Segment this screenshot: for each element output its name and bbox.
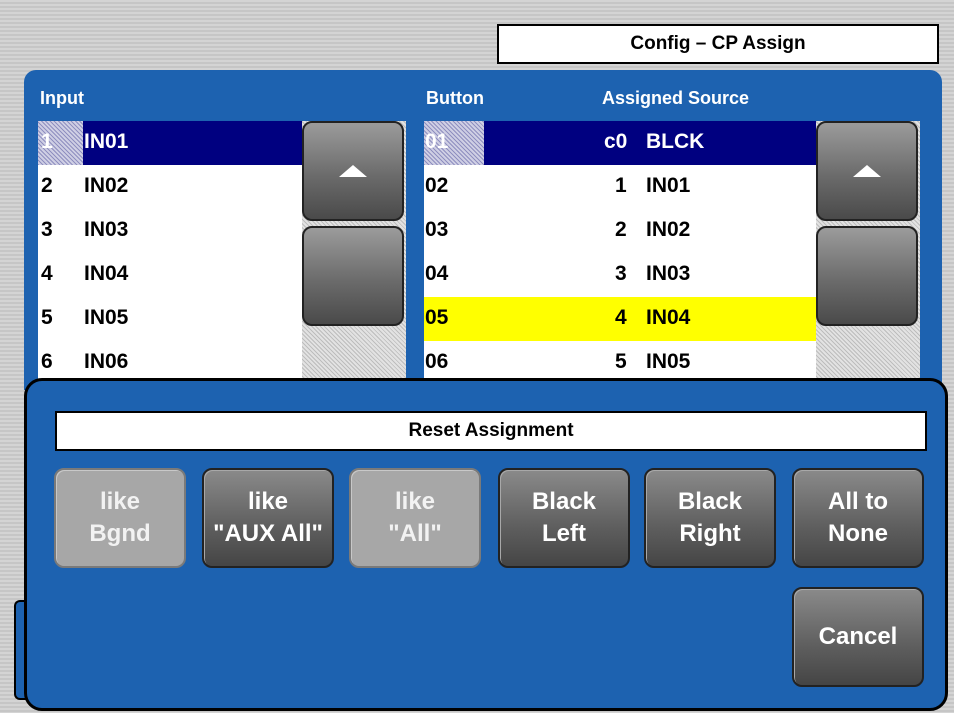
button-number: 01	[425, 130, 449, 153]
button-label-line2: "All"	[388, 520, 442, 547]
like-all-button[interactable]: like "All"	[349, 468, 481, 568]
window-title: Config – CP Assign	[497, 24, 939, 64]
button-label-line1: Black	[677, 488, 743, 515]
input-list[interactable]: 1 IN01 2 IN02 3 IN03 4 IN04 5 IN05 6 IN0…	[38, 121, 304, 381]
input-row-6[interactable]: 6 IN06	[38, 341, 304, 381]
button-row-05[interactable]: 05 4 IN04	[424, 297, 818, 341]
source-name: IN03	[646, 262, 691, 285]
assigned-source-header: Assigned Source	[602, 88, 750, 108]
input-number: 3	[41, 218, 53, 241]
input-row-2[interactable]: 2 IN02	[38, 165, 304, 209]
like-aux-all-button[interactable]: like "AUX All"	[202, 468, 334, 568]
button-scroll-thumb[interactable]	[816, 226, 918, 326]
input-name: IN03	[84, 218, 129, 241]
button-label-line2: None	[828, 520, 888, 547]
source-number: c0	[604, 130, 628, 153]
input-scroll-thumb[interactable]	[302, 226, 404, 326]
input-number: 1	[41, 130, 53, 153]
button-number: 02	[425, 174, 449, 197]
button-label-line1: like	[394, 488, 436, 515]
input-header: Input	[40, 88, 84, 108]
button-label-line2: Right	[679, 520, 741, 547]
button-label-line1: Black	[531, 488, 597, 515]
input-number: 2	[41, 174, 53, 197]
button-number: 05	[425, 306, 449, 329]
assign-panel: Input Button Assigned Source 1 IN01 2 IN…	[24, 70, 942, 390]
input-name: IN01	[84, 130, 129, 153]
button-label-line1: All to	[828, 488, 888, 515]
input-number: 6	[41, 350, 53, 373]
button-row-04[interactable]: 04 3 IN03	[424, 253, 818, 297]
button-label-line1: like	[99, 488, 141, 515]
input-name: IN04	[84, 262, 129, 285]
button-label-line1: like	[247, 488, 289, 515]
all-to-none-button[interactable]: All to None	[792, 468, 924, 568]
button-label-line2: "AUX All"	[213, 520, 323, 547]
input-name: IN05	[84, 306, 129, 329]
input-row-5[interactable]: 5 IN05	[38, 297, 304, 341]
source-name: IN04	[646, 306, 691, 329]
input-number: 4	[41, 262, 53, 285]
cancel-label: Cancel	[818, 623, 898, 650]
input-number: 5	[41, 306, 53, 329]
button-number: 04	[425, 262, 449, 285]
black-right-button[interactable]: Black Right	[644, 468, 776, 568]
source-number: 4	[615, 306, 627, 329]
black-left-button[interactable]: Black Left	[498, 468, 630, 568]
button-row-02[interactable]: 02 1 IN01	[424, 165, 818, 209]
source-name: BLCK	[646, 130, 705, 153]
scroll-up-arrow-icon	[853, 165, 881, 177]
button-number: 06	[425, 350, 449, 373]
reset-assignment-dialog: Reset Assignment like Bgnd like "AUX All" …	[24, 378, 948, 711]
source-number: 1	[615, 174, 627, 197]
button-list[interactable]: 01 c0 BLCK 02 1 IN01 03 2 IN02 04 3 IN03…	[424, 121, 818, 381]
cancel-button[interactable]: Cancel	[792, 587, 924, 687]
button-row-03[interactable]: 03 2 IN02	[424, 209, 818, 253]
like-bgnd-button[interactable]: like Bgnd	[54, 468, 186, 568]
button-label-line2: Left	[541, 520, 586, 547]
source-number: 2	[615, 218, 627, 241]
dialog-title: Reset Assignment	[55, 411, 927, 451]
source-number: 3	[615, 262, 627, 285]
input-row-4[interactable]: 4 IN04	[38, 253, 304, 297]
input-scroll-up-button[interactable]	[302, 121, 404, 221]
button-row-06[interactable]: 06 5 IN05	[424, 341, 818, 381]
button-number: 03	[425, 218, 449, 241]
input-row-1[interactable]: 1 IN01	[38, 121, 304, 165]
input-name: IN02	[84, 174, 129, 197]
source-number: 5	[615, 350, 627, 373]
source-name: IN05	[646, 350, 691, 373]
button-label-line2: Bgnd	[89, 520, 151, 547]
scroll-up-arrow-icon	[339, 165, 367, 177]
source-name: IN01	[646, 174, 691, 197]
input-row-3[interactable]: 3 IN03	[38, 209, 304, 253]
button-row-01[interactable]: 01 c0 BLCK	[424, 121, 818, 165]
source-name: IN02	[646, 218, 691, 241]
input-name: IN06	[84, 350, 129, 373]
button-scroll-up-button[interactable]	[816, 121, 918, 221]
button-header: Button	[426, 88, 484, 108]
